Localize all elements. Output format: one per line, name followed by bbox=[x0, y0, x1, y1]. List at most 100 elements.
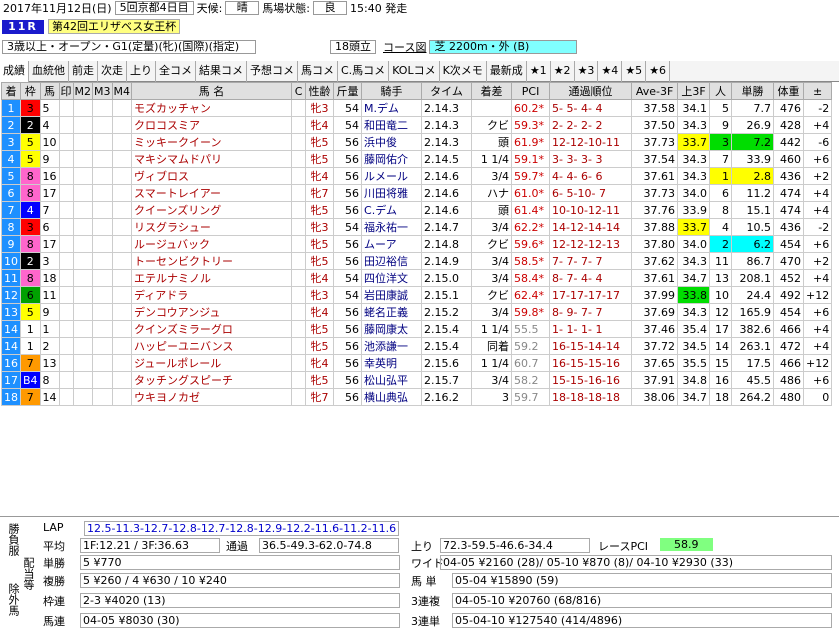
cell-PCI: 60.2* bbox=[511, 99, 551, 117]
col-header-15[interactable]: 通過順位 bbox=[549, 82, 633, 100]
cell-PCI: 62.4* bbox=[511, 286, 551, 304]
col-header-1[interactable]: 枠 bbox=[20, 82, 41, 100]
col-header-9[interactable]: 性齢 bbox=[305, 82, 335, 100]
tab-1[interactable]: 血統他 bbox=[29, 60, 69, 82]
table-row[interactable]: 13 5 9 デンコウアンジュ 牝4 56 蛯名正義 2.15.2 3/4 59.8* 8- 9- … bbox=[1, 303, 833, 321]
table-row[interactable]: 8 3 6 リスグラシュー 牝3 54 福永祐一 2.14.7 3/4 62.2* 14-12-14… bbox=[1, 218, 833, 236]
cell-上3F: 33.9 bbox=[677, 201, 711, 219]
col-header-21[interactable]: ± bbox=[803, 82, 833, 100]
table-row[interactable]: 6 8 17 スマートレイアー 牝7 56 川田将雅 2.14.6 ハナ 61.0* 6- 5-10… bbox=[1, 184, 833, 202]
cell-±: +6 bbox=[803, 235, 833, 253]
cell-M4 bbox=[111, 320, 133, 338]
col-header-6[interactable]: M4 bbox=[111, 82, 133, 100]
cell-体重: 436 bbox=[773, 167, 805, 185]
col-header-14[interactable]: PCI bbox=[511, 82, 551, 100]
table-row[interactable]: 7 4 7 クイーンズリング 牝5 56 C.デム 2.14.6 頭 61.4* 10-10-12-… bbox=[1, 201, 833, 219]
col-header-5[interactable]: M3 bbox=[92, 82, 113, 100]
cell-C bbox=[291, 303, 307, 321]
cell-M2 bbox=[72, 252, 94, 270]
table-row[interactable]: 4 5 9 マキシマムドパリ 牝5 56 藤岡佑介 2.14.5 1 1/4 59.1* 3- 3-… bbox=[1, 150, 833, 168]
table-row[interactable]: 18 7 14 ウキヨノカゼ 牝7 56 横山典弘 2.16.2 3 59.7 18-18-18-1… bbox=[1, 388, 833, 406]
tab-3[interactable]: 次走 bbox=[98, 60, 127, 82]
tab-17[interactable]: ★5 bbox=[622, 60, 647, 82]
col-header-18[interactable]: 人 bbox=[709, 82, 733, 100]
cell-性齢: 牝7 bbox=[305, 184, 335, 202]
cell-騎手: 松山弘平 bbox=[361, 371, 423, 389]
cell-枠: 2 bbox=[20, 252, 41, 270]
col-header-13[interactable]: 着差 bbox=[471, 82, 513, 100]
cell-斤量: 56 bbox=[333, 371, 363, 389]
table-row[interactable]: 12 6 11 ディアドラ 牝3 54 岩田康誠 2.15.1 クビ 62.4* 17-17-17-… bbox=[1, 286, 833, 304]
table-row[interactable]: 10 2 3 トーセンビクトリー 牝5 56 田辺裕信 2.14.9 3/4 58.5* 7- 7-… bbox=[1, 252, 833, 270]
table-row[interactable]: 3 5 10 ミッキークイーン 牝5 56 浜中俊 2.14.3 頭 61.9* 12-12-10-… bbox=[1, 133, 833, 151]
cell-タイム: 2.15.4 bbox=[421, 320, 473, 338]
col-header-7[interactable]: 馬 名 bbox=[131, 82, 293, 100]
tab-16[interactable]: ★4 bbox=[598, 60, 623, 82]
cell-タイム: 2.16.2 bbox=[421, 388, 473, 406]
table-row[interactable]: 9 8 17 ルージュバック 牝5 56 ムーア 2.14.8 クビ 59.6* 12-12-12-… bbox=[1, 235, 833, 253]
tab-6[interactable]: 結果コメ bbox=[196, 60, 247, 82]
cell-C bbox=[291, 150, 307, 168]
tab-7[interactable]: 予想コメ bbox=[247, 60, 298, 82]
cell-馬 名: ハッピーユニバンス bbox=[131, 337, 293, 355]
cell-斤量: 56 bbox=[333, 388, 363, 406]
cell-通過順位: 12-12-12-13 bbox=[549, 235, 633, 253]
tab-8[interactable]: 馬コメ bbox=[298, 60, 338, 82]
cell-人: 12 bbox=[709, 303, 733, 321]
cell-M4 bbox=[111, 201, 133, 219]
cell-性齢: 牝5 bbox=[305, 371, 335, 389]
col-header-17[interactable]: 上3F bbox=[677, 82, 711, 100]
col-header-8[interactable]: C bbox=[291, 82, 307, 100]
table-row[interactable]: 14 1 1 クインズミラーグロ 牝5 56 藤岡康太 2.15.4 1 1/4 55.5 1- 1… bbox=[1, 320, 833, 338]
table-row[interactable]: 16 7 13 ジュールポレール 牝4 56 幸英明 2.15.6 1 1/4 60.7 16-15… bbox=[1, 354, 833, 372]
cell-騎手: 田辺裕信 bbox=[361, 252, 423, 270]
tab-4[interactable]: 上り bbox=[127, 60, 156, 82]
cell-上3F: 34.8 bbox=[677, 371, 711, 389]
tab-2[interactable]: 前走 bbox=[69, 60, 98, 82]
course-map-link[interactable]: コース図 bbox=[380, 39, 429, 55]
cell-着差: クビ bbox=[471, 116, 513, 134]
col-header-16[interactable]: Ave-3F bbox=[631, 82, 679, 100]
col-header-11[interactable]: 騎手 bbox=[361, 82, 423, 100]
col-header-12[interactable]: タイム bbox=[421, 82, 473, 100]
silks-label[interactable]: 勝負服 bbox=[5, 523, 21, 556]
col-header-2[interactable]: 馬 bbox=[39, 82, 60, 100]
tab-10[interactable]: KOLコメ bbox=[389, 60, 440, 82]
cell-体重: 466 bbox=[773, 320, 805, 338]
col-header-20[interactable]: 体重 bbox=[773, 82, 805, 100]
tab-12[interactable]: 最新成 bbox=[487, 60, 527, 82]
cell-体重: 436 bbox=[773, 218, 805, 236]
tab-11[interactable]: K次メモ bbox=[440, 60, 487, 82]
cell-性齢: 牝5 bbox=[305, 235, 335, 253]
cell-単勝: 263.1 bbox=[731, 337, 775, 355]
cell-人: 15 bbox=[709, 354, 733, 372]
table-row[interactable]: 5 8 16 ヴィブロス 牝4 56 ルメール 2.14.6 3/4 59.7* 4- 4- 6- … bbox=[1, 167, 833, 185]
cell-PCI: 61.9* bbox=[511, 133, 551, 151]
tab-0[interactable]: 成績 bbox=[0, 60, 29, 82]
tab-15[interactable]: ★3 bbox=[575, 60, 599, 82]
cell-M4 bbox=[111, 167, 133, 185]
tab-13[interactable]: ★1 bbox=[527, 60, 551, 82]
cell-通過順位: 2- 2- 2- 2 bbox=[549, 116, 633, 134]
table-row[interactable]: 17 B4 8 タッチングスピーチ 牝5 56 松山弘平 2.15.7 3/4 58.2 15-15… bbox=[1, 371, 833, 389]
col-header-4[interactable]: M2 bbox=[72, 82, 94, 100]
cell-M3 bbox=[92, 269, 113, 287]
scratched-label[interactable]: 除外馬 bbox=[5, 583, 21, 616]
cell-C bbox=[291, 320, 307, 338]
col-header-0[interactable]: 着 bbox=[1, 82, 21, 100]
tab-9[interactable]: C.馬コメ bbox=[338, 60, 390, 82]
table-row[interactable]: 14 1 2 ハッピーユニバンス 牝5 56 池添謙一 2.15.4 同着 59.2 16-15-1… bbox=[1, 337, 833, 355]
avg-label: 平均 bbox=[43, 540, 65, 553]
col-header-3[interactable]: 印 bbox=[58, 82, 74, 100]
tab-14[interactable]: ★2 bbox=[551, 60, 575, 82]
cell-M2 bbox=[72, 167, 94, 185]
table-row[interactable]: 2 2 4 クロコスミア 牝4 54 和田竜二 2.14.3 クビ 59.3* 2- 2- 2- 2… bbox=[1, 116, 833, 134]
payout-label[interactable]: 配当等 bbox=[20, 557, 36, 590]
tab-18[interactable]: ★6 bbox=[646, 60, 671, 82]
col-header-10[interactable]: 斤量 bbox=[333, 82, 363, 100]
col-header-19[interactable]: 単勝 bbox=[731, 82, 775, 100]
tab-5[interactable]: 全コメ bbox=[156, 60, 196, 82]
header-bar: 2017年11月12日(日) 5回京都4日目 天候: 晴 馬場状態: 良 15:… bbox=[0, 1, 410, 15]
table-row[interactable]: 1 3 5 モズカッチャン 牝3 54 M.デム 2.14.3 60.2* 5- 5- 4- 43… bbox=[1, 99, 833, 117]
table-row[interactable]: 11 8 18 エテルナミノル 牝4 54 四位洋文 2.15.0 3/4 58.4* 8- 7- … bbox=[1, 269, 833, 287]
